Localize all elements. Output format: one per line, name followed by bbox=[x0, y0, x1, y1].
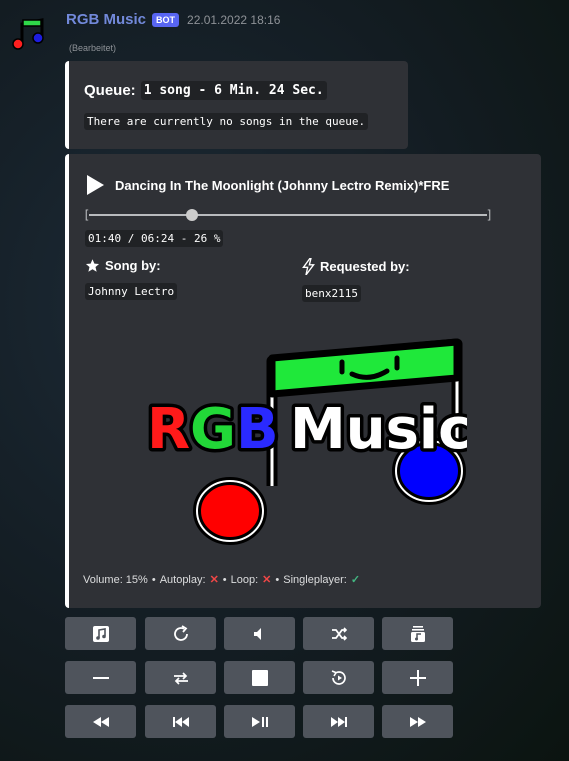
queue-label: Queue: bbox=[84, 82, 136, 99]
logo-word-music: Music bbox=[290, 397, 467, 462]
singleplayer-on-icon: ✓ bbox=[350, 574, 361, 586]
now-playing-embed: Dancing In The Moonlight (Johnny Lectro … bbox=[65, 154, 541, 608]
queue-empty-text: There are currently no songs in the queu… bbox=[84, 113, 369, 130]
footer-separator: • bbox=[222, 573, 227, 586]
embed-footer: Volume: 15% • Autoplay: ✕ • Loop: ✕ • Si… bbox=[83, 573, 361, 587]
seek-back-button[interactable] bbox=[65, 705, 136, 738]
footer-volume: Volume: 15% bbox=[83, 573, 148, 586]
author-name[interactable]: RGB Music bbox=[66, 11, 146, 28]
timecode: 01:40 / 06:24 - 26 % bbox=[85, 230, 224, 247]
queue-embed: Queue: 1 song - 6 Min. 24 Sec. There are… bbox=[65, 61, 408, 149]
requested-by-value: benx2115 bbox=[302, 285, 361, 302]
progress-bracket-close: ] bbox=[485, 208, 493, 222]
play-pause-icon bbox=[251, 716, 268, 727]
song-by-label: Song by: bbox=[105, 258, 161, 273]
replay-button[interactable] bbox=[145, 617, 216, 650]
seek-forward-button[interactable] bbox=[382, 705, 453, 738]
bot-avatar[interactable] bbox=[8, 14, 48, 54]
progress-bar: [ ] bbox=[83, 208, 493, 222]
footer-singleplayer-label: Singleplayer: bbox=[283, 573, 347, 586]
requested-by-label: Requested by: bbox=[320, 259, 410, 274]
previous-icon bbox=[172, 716, 189, 727]
replay-icon bbox=[173, 624, 188, 641]
previous-button[interactable] bbox=[145, 705, 216, 738]
loop-off-icon: ✕ bbox=[262, 574, 272, 586]
loop-button[interactable] bbox=[145, 661, 216, 694]
rewind-button[interactable] bbox=[303, 661, 374, 694]
loop-icon bbox=[173, 671, 188, 685]
fast-rewind-icon bbox=[92, 716, 109, 727]
song-by-field: Song by: Johnny Lectro bbox=[85, 258, 178, 300]
next-icon bbox=[330, 716, 347, 727]
song-title: Dancing In The Moonlight (Johnny Lectro … bbox=[115, 177, 450, 193]
logo-letter-g: G bbox=[190, 397, 236, 462]
stop-icon bbox=[251, 669, 268, 686]
stop-button[interactable] bbox=[224, 661, 295, 694]
timestamp: 22.01.2022 18:16 bbox=[187, 12, 281, 27]
minus-icon bbox=[92, 676, 109, 679]
fast-forward-icon bbox=[409, 716, 426, 727]
footer-separator: • bbox=[151, 573, 156, 586]
footer-separator: • bbox=[275, 573, 280, 586]
playlist-icon bbox=[410, 625, 425, 642]
lyrics-button[interactable] bbox=[65, 617, 136, 650]
bot-badge: BOT bbox=[152, 12, 180, 27]
song-by-value: Johnny Lectro bbox=[85, 283, 178, 300]
logo-letter-b: B bbox=[236, 397, 279, 462]
rgb-music-logo: R G B Music bbox=[147, 338, 467, 545]
edited-label: (Bearbeitet) bbox=[69, 43, 117, 53]
volume-up-button[interactable] bbox=[382, 661, 453, 694]
volume-icon bbox=[253, 627, 261, 640]
volume-down-button[interactable] bbox=[65, 661, 136, 694]
footer-autoplay-label: Autoplay: bbox=[159, 573, 206, 586]
music-note-icon bbox=[92, 625, 109, 642]
rewind-10-icon bbox=[331, 669, 346, 685]
logo-letter-r: R bbox=[147, 397, 190, 462]
queue-title: Queue: 1 song - 6 Min. 24 Sec. bbox=[84, 81, 327, 100]
mute-button[interactable] bbox=[224, 617, 295, 650]
star-icon bbox=[85, 259, 100, 272]
song-by-header: Song by: bbox=[85, 258, 177, 273]
progress-knob bbox=[186, 209, 199, 221]
now-playing-title: Dancing In The Moonlight (Johnny Lectro … bbox=[85, 174, 449, 196]
lightning-icon bbox=[302, 258, 315, 275]
requested-by-header: Requested by: bbox=[302, 258, 410, 275]
next-button[interactable] bbox=[303, 705, 374, 738]
plus-icon bbox=[409, 669, 426, 686]
shuffle-button[interactable] bbox=[303, 617, 374, 650]
message-header: RGB Music BOT 22.01.2022 18:16 bbox=[66, 11, 280, 28]
play-pause-button[interactable] bbox=[224, 705, 295, 738]
autoplay-off-icon: ✕ bbox=[209, 574, 219, 586]
progress-track bbox=[89, 214, 487, 216]
shuffle-icon bbox=[331, 626, 347, 641]
queue-summary: 1 song - 6 Min. 24 Sec. bbox=[140, 81, 327, 100]
queue-button[interactable] bbox=[382, 617, 453, 650]
requested-by-field: Requested by: benx2115 bbox=[302, 258, 410, 302]
footer-loop-label: Loop: bbox=[230, 573, 259, 586]
play-icon bbox=[87, 175, 104, 195]
